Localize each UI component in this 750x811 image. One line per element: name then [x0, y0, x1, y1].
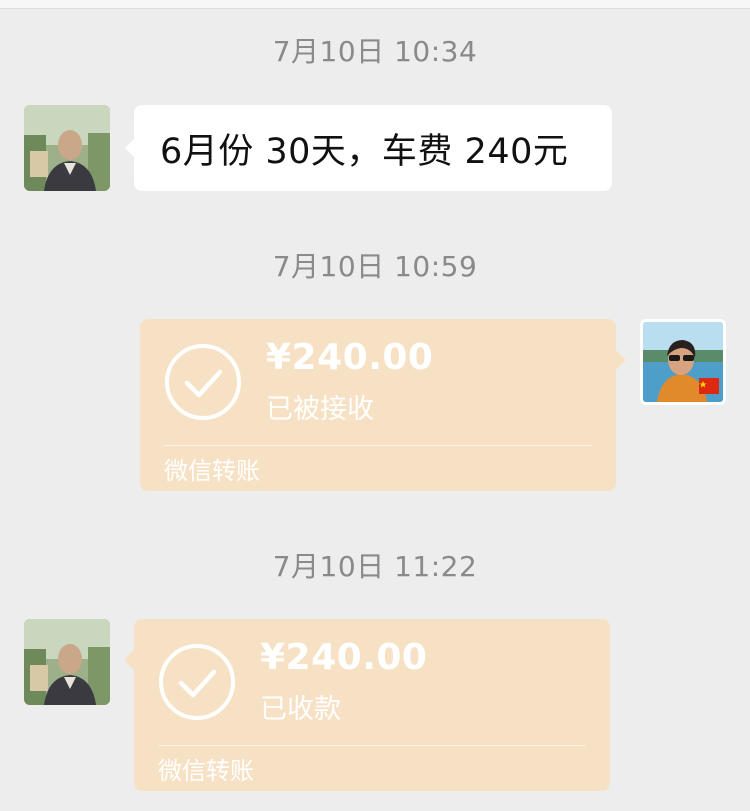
timestamp: 7月10日 10:59	[272, 250, 478, 283]
divider	[158, 745, 586, 746]
contact-avatar[interactable]	[24, 619, 110, 705]
transfer-amount: ¥240.00	[266, 337, 434, 378]
transfer-bubble[interactable]: ¥240.00 已收款 微信转账	[124, 619, 610, 791]
transfer-status: 已收款	[260, 694, 341, 725]
transfer-label: 微信转账	[164, 457, 260, 485]
text-message-bubble[interactable]: 6月份 30天，车费 240元	[125, 105, 612, 191]
timestamp: 7月10日 10:34	[272, 35, 478, 68]
timestamp: 7月10日 11:22	[272, 550, 478, 583]
transfer-amount: ¥240.00	[260, 637, 428, 678]
my-avatar[interactable]	[640, 319, 726, 405]
check-circle-icon	[165, 344, 241, 420]
transfer-status: 已被接收	[266, 394, 374, 425]
check-circle-icon	[159, 644, 235, 720]
divider	[164, 445, 592, 446]
transfer-label: 微信转账	[158, 757, 254, 785]
message-text: 6月份 30天，车费 240元	[160, 131, 569, 172]
transfer-bubble[interactable]: ¥240.00 已被接收 微信转账	[140, 319, 626, 491]
top-edge	[0, 0, 750, 9]
contact-avatar[interactable]	[24, 105, 110, 191]
